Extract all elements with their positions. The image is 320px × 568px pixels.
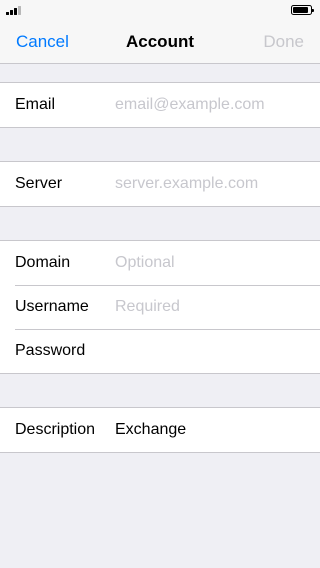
server-label: Server bbox=[15, 175, 63, 192]
username-field[interactable] bbox=[115, 292, 312, 322]
username-label: Username bbox=[15, 298, 89, 315]
server-row[interactable]: Server bbox=[0, 162, 320, 206]
username-row[interactable]: Username bbox=[0, 285, 320, 329]
domain-row[interactable]: Domain bbox=[0, 241, 320, 285]
email-label: Email bbox=[15, 96, 56, 113]
cellular-signal-icon bbox=[6, 5, 26, 15]
domain-label: Domain bbox=[15, 254, 71, 271]
description-section: Description bbox=[0, 407, 320, 453]
password-label: Password bbox=[15, 342, 86, 359]
domain-field[interactable] bbox=[115, 248, 312, 278]
description-row[interactable]: Description bbox=[0, 408, 320, 452]
done-button[interactable]: Done bbox=[263, 20, 304, 64]
credentials-section: Domain Username Password bbox=[0, 240, 320, 374]
email-section: Email bbox=[0, 82, 320, 128]
battery-icon bbox=[291, 5, 314, 15]
server-section: Server bbox=[0, 161, 320, 207]
status-bar bbox=[0, 0, 320, 20]
password-field[interactable] bbox=[115, 336, 312, 366]
email-row[interactable]: Email bbox=[0, 83, 320, 127]
description-field[interactable] bbox=[115, 415, 312, 445]
password-row[interactable]: Password bbox=[0, 329, 320, 373]
navigation-bar: Cancel Account Done bbox=[0, 20, 320, 64]
description-label: Description bbox=[15, 421, 96, 438]
email-field[interactable] bbox=[115, 90, 312, 120]
server-field[interactable] bbox=[115, 169, 312, 199]
